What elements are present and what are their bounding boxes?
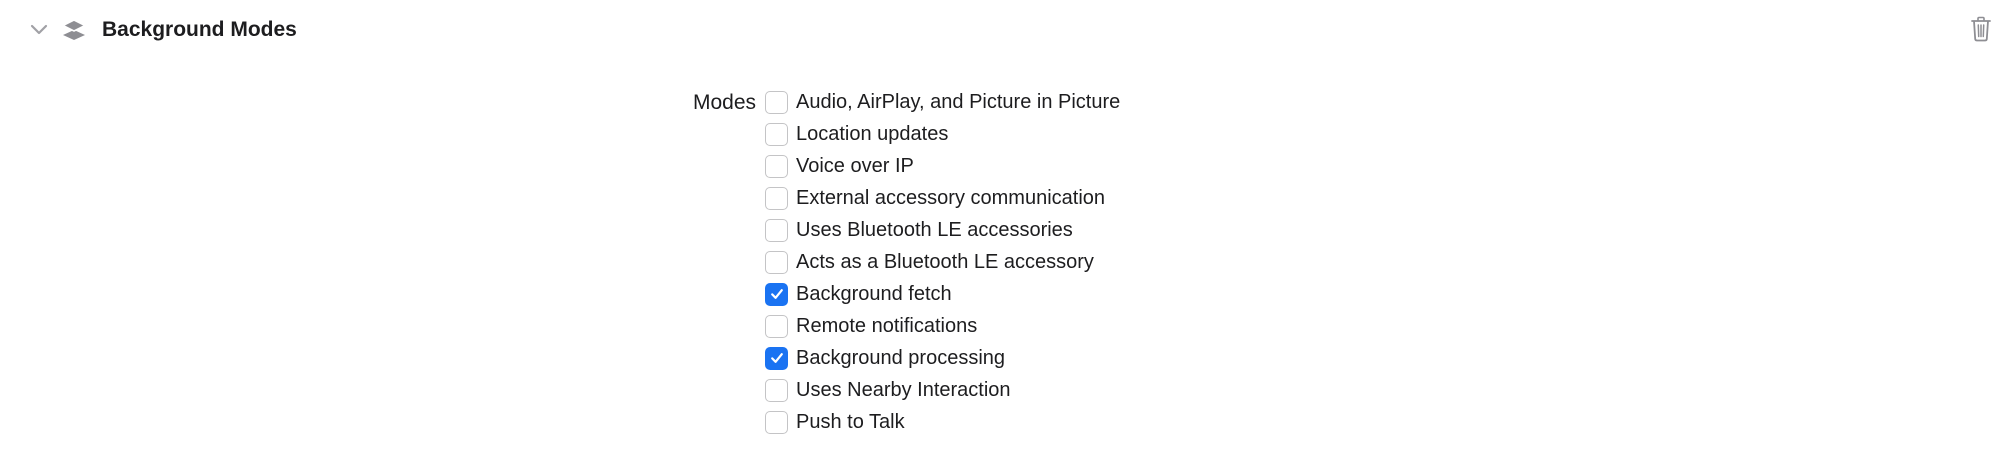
mode-row-location-updates[interactable]: Location updates bbox=[765, 118, 1120, 150]
trash-icon[interactable] bbox=[1970, 15, 1992, 43]
section-title: Background Modes bbox=[102, 18, 297, 41]
mode-row-voice-over-ip[interactable]: Voice over IP bbox=[765, 150, 1120, 182]
mode-label: Push to Talk bbox=[796, 411, 905, 433]
mode-label: Location updates bbox=[796, 123, 949, 145]
checkbox-background-fetch[interactable] bbox=[765, 282, 788, 306]
chevron-down-icon[interactable] bbox=[26, 16, 52, 42]
mode-row-uses-nearby-interaction[interactable]: Uses Nearby Interaction bbox=[765, 374, 1120, 406]
mode-label: Audio, AirPlay, and Picture in Picture bbox=[796, 91, 1121, 113]
mode-label: Voice over IP bbox=[796, 155, 914, 177]
mode-label: External accessory communication bbox=[796, 187, 1106, 209]
mode-row-acts-as-a-bluetooth-le-accessory[interactable]: Acts as a Bluetooth LE accessory bbox=[765, 246, 1120, 278]
checkbox-external-accessory-communication[interactable] bbox=[765, 186, 788, 210]
mode-row-background-processing[interactable]: Background processing bbox=[765, 342, 1120, 374]
checkbox-uses-nearby-interaction[interactable] bbox=[765, 378, 788, 402]
modes-list: Audio, AirPlay, and Picture in Picture Lo… bbox=[765, 86, 1120, 438]
capability-section: Background Modes Modes Audio, AirPlay, a… bbox=[0, 0, 2000, 454]
mode-label: Background processing bbox=[796, 347, 1006, 369]
checkbox-uses-bluetooth-le-accessories[interactable] bbox=[765, 218, 788, 242]
mode-row-push-to-talk[interactable]: Push to Talk bbox=[765, 406, 1120, 438]
mode-row-background-fetch[interactable]: Background fetch bbox=[765, 278, 1120, 310]
checkbox-acts-as-a-bluetooth-le-accessory[interactable] bbox=[765, 250, 788, 274]
checkbox-background-processing[interactable] bbox=[765, 346, 788, 370]
mode-row-uses-bluetooth-le-accessories[interactable]: Uses Bluetooth LE accessories bbox=[765, 214, 1120, 246]
capability-header: Background Modes bbox=[0, 0, 2000, 60]
checkbox-push-to-talk[interactable] bbox=[765, 410, 788, 434]
mode-label: Uses Nearby Interaction bbox=[796, 379, 1011, 401]
modes-label: Modes bbox=[692, 91, 756, 114]
checkbox-location-updates[interactable] bbox=[765, 122, 788, 146]
mode-row-external-accessory-communication[interactable]: External accessory communication bbox=[765, 182, 1120, 214]
checkbox-audio-airplay-and-picture-in-picture[interactable] bbox=[765, 90, 788, 114]
mode-label: Acts as a Bluetooth LE accessory bbox=[796, 251, 1094, 273]
checkbox-voice-over-ip[interactable] bbox=[765, 154, 788, 178]
checkbox-remote-notifications[interactable] bbox=[765, 314, 788, 338]
checkmark-icon bbox=[770, 353, 783, 363]
layers-icon bbox=[60, 16, 88, 44]
mode-row-audio-airplay-and-picture-in-picture[interactable]: Audio, AirPlay, and Picture in Picture bbox=[765, 86, 1120, 118]
mode-row-remote-notifications[interactable]: Remote notifications bbox=[765, 310, 1120, 342]
mode-label: Background fetch bbox=[796, 283, 952, 305]
checkmark-icon bbox=[770, 289, 783, 299]
mode-label: Remote notifications bbox=[796, 315, 978, 337]
mode-label: Uses Bluetooth LE accessories bbox=[796, 219, 1073, 241]
